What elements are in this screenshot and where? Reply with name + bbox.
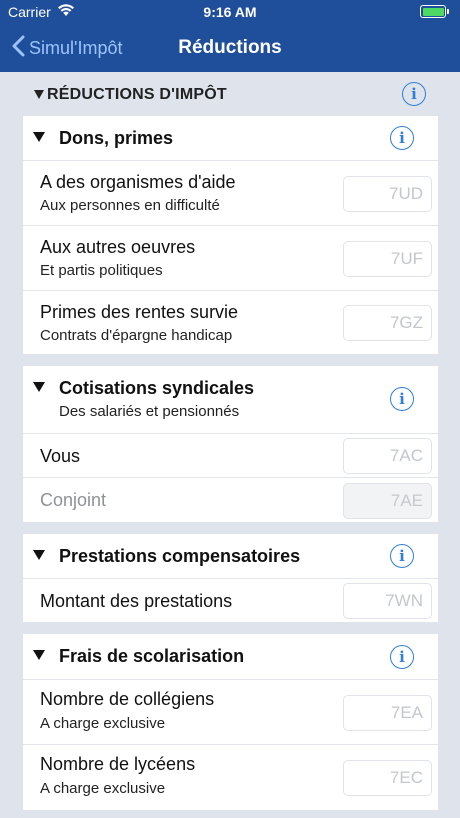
row-sublabel: Aux personnes en difficulté [40, 197, 220, 214]
section-title: RÉDUCTIONS D'IMPÔT [47, 86, 227, 103]
amount-input-7wn[interactable]: 7WN [343, 583, 432, 619]
amount-input-7ud[interactable]: 7UD [343, 176, 432, 212]
amount-input-7ea[interactable]: 7EA [343, 695, 432, 731]
row-label: Conjoint [40, 490, 107, 510]
info-icon[interactable]: i [402, 82, 426, 106]
section-header[interactable]: RÉDUCTIONS D'IMPÔT i [0, 72, 460, 116]
group-frais-de-scolarisation: Frais de scolarisation i Nombre de collé… [23, 634, 438, 810]
form-row: Conjoint 7AE [23, 477, 438, 522]
amount-input-7uf[interactable]: 7UF [343, 241, 432, 277]
row-label: A des organismes d'aide [40, 172, 236, 192]
group-subtitle: Des salariés et pensionnés [59, 403, 240, 420]
form-row: Nombre de lycéens A charge exclusive 7EC [23, 744, 438, 810]
amount-input-7gz[interactable]: 7GZ [343, 305, 432, 341]
row-label: Nombre de collégiens [40, 689, 215, 709]
group-header[interactable]: Cotisations syndicales Des salariés et p… [23, 366, 438, 433]
status-bar: Carrier 9:16 AM [0, 0, 460, 24]
collapse-triangle-icon [34, 90, 44, 99]
group-title: Frais de scolarisation [59, 646, 245, 666]
row-sublabel: A charge exclusive [40, 715, 166, 732]
group-header[interactable]: Dons, primes i [23, 116, 438, 160]
row-label: Aux autres oeuvres [40, 237, 196, 257]
group-header[interactable]: Prestations compensatoires i [23, 534, 438, 578]
group-prestations-compensatoires: Prestations compensatoires i Montant des… [23, 534, 438, 622]
battery-icon [420, 5, 449, 18]
amount-input-7ac[interactable]: 7AC [343, 438, 432, 474]
row-label: Vous [40, 446, 81, 466]
clock: 9:16 AM [203, 4, 257, 20]
row-label: Montant des prestations [40, 591, 233, 611]
collapse-triangle-icon [33, 550, 45, 560]
info-icon[interactable]: i [390, 645, 414, 669]
row-label: Primes des rentes survie [40, 302, 239, 322]
row-sublabel: A charge exclusive [40, 780, 166, 797]
collapse-triangle-icon [33, 650, 45, 660]
row-label: Nombre de lycéens [40, 754, 196, 774]
navigation-bar: Simul'Impôt Réductions [0, 24, 460, 72]
amount-input-7ae: 7AE [343, 483, 432, 519]
group-dons-primes: Dons, primes i A des organismes d'aide A… [23, 116, 438, 354]
form-row: Primes des rentes survie Contrats d'épar… [23, 290, 438, 354]
top-bar: Carrier 9:16 AM Simul'Impôt Réductions [0, 0, 460, 72]
form-row: A des organismes d'aide Aux personnes en… [23, 160, 438, 225]
group-title: Prestations compensatoires [59, 546, 301, 566]
form-row: Nombre de collégiens A charge exclusive … [23, 679, 438, 744]
form-row: Montant des prestations 7WN [23, 578, 438, 622]
row-sublabel: Et partis politiques [40, 262, 163, 279]
info-icon[interactable]: i [390, 387, 414, 411]
group-title: Dons, primes [59, 128, 174, 148]
group-header[interactable]: Frais de scolarisation i [23, 634, 438, 679]
collapse-triangle-icon [33, 382, 45, 392]
amount-input-7ec[interactable]: 7EC [343, 760, 432, 796]
page-title: Réductions [178, 37, 282, 58]
row-sublabel: Contrats d'épargne handicap [40, 327, 233, 344]
group-title: Cotisations syndicales [59, 378, 255, 398]
collapse-triangle-icon [33, 132, 45, 142]
info-icon[interactable]: i [390, 126, 414, 150]
form-row: Aux autres oeuvres Et partis politiques … [23, 225, 438, 290]
info-icon[interactable]: i [390, 544, 414, 568]
form-row: Vous 7AC [23, 433, 438, 477]
group-cotisations-syndicales: Cotisations syndicales Des salariés et p… [23, 366, 438, 522]
